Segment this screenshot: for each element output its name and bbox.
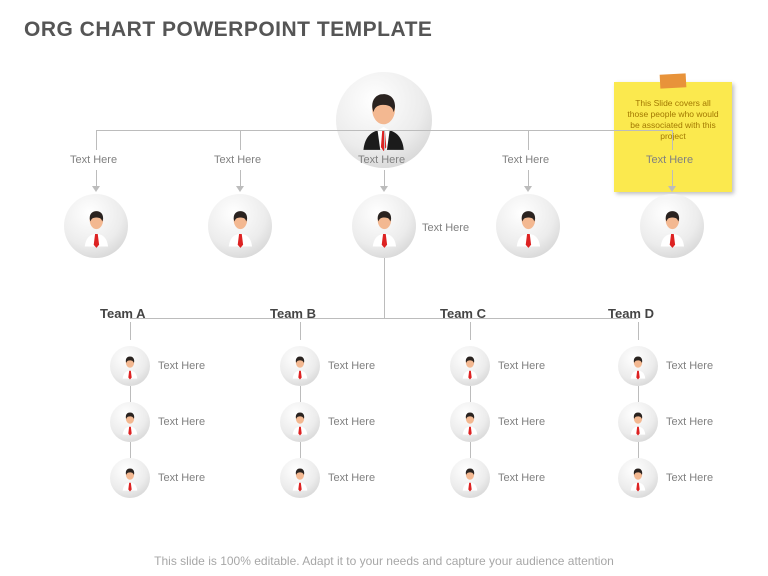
avatar-member — [280, 458, 320, 498]
avatar-l2 — [208, 194, 272, 258]
avatar-member — [618, 402, 658, 442]
connector — [638, 322, 639, 340]
connector — [528, 130, 529, 150]
connector — [672, 130, 673, 150]
connector — [638, 386, 639, 402]
connector — [130, 386, 131, 402]
l2-label: Text Here — [502, 154, 549, 166]
l2-label: Text Here — [70, 154, 117, 166]
member-label: Text Here — [666, 416, 713, 428]
member-label: Text Here — [666, 472, 713, 484]
connector — [470, 442, 471, 458]
connector — [384, 170, 385, 186]
avatar-member — [280, 346, 320, 386]
member-label: Text Here — [158, 360, 205, 372]
member-label: Text Here — [328, 360, 375, 372]
team-label: Team B — [270, 306, 316, 321]
avatar-member — [280, 402, 320, 442]
tape-icon — [660, 73, 687, 88]
connector — [300, 386, 301, 402]
connector — [384, 258, 385, 318]
connector — [470, 322, 471, 340]
arrow-icon — [236, 186, 244, 192]
connector — [528, 170, 529, 186]
connector — [300, 322, 301, 340]
footer-caption: This slide is 100% editable. Adapt it to… — [0, 554, 768, 568]
connector — [638, 442, 639, 458]
team-label: Team C — [440, 306, 486, 321]
l2-label: Text Here — [358, 154, 405, 166]
l2-label: Text Here — [214, 154, 261, 166]
member-label: Text Here — [328, 472, 375, 484]
team-label: Team A — [100, 306, 146, 321]
avatar-member — [110, 402, 150, 442]
avatar-l2 — [640, 194, 704, 258]
connector — [672, 170, 673, 186]
avatar-member — [618, 458, 658, 498]
member-label: Text Here — [158, 416, 205, 428]
connector — [96, 130, 97, 150]
avatar-l2 — [352, 194, 416, 258]
arrow-icon — [524, 186, 532, 192]
connector — [240, 130, 241, 150]
member-label: Text Here — [158, 472, 205, 484]
connector — [240, 170, 241, 186]
sticky-text: This Slide covers all those people who w… — [627, 98, 718, 141]
avatar-member — [450, 458, 490, 498]
avatar-member — [450, 402, 490, 442]
avatar-l2 — [496, 194, 560, 258]
member-label: Text Here — [498, 360, 545, 372]
l2-mid-side-label: Text Here — [422, 222, 469, 234]
avatar-l2 — [64, 194, 128, 258]
member-label: Text Here — [328, 416, 375, 428]
team-label: Team D — [608, 306, 654, 321]
sticky-note: This Slide covers all those people who w… — [614, 82, 732, 192]
connector — [384, 130, 385, 150]
avatar-member — [618, 346, 658, 386]
connector — [96, 170, 97, 186]
connector — [130, 442, 131, 458]
slide-title: ORG CHART POWERPOINT TEMPLATE — [24, 18, 432, 42]
l2-label: Text Here — [646, 154, 693, 166]
arrow-icon — [380, 186, 388, 192]
member-label: Text Here — [498, 472, 545, 484]
slide-canvas: ORG CHART POWERPOINT TEMPLATE This Slide… — [0, 0, 768, 576]
connector — [300, 442, 301, 458]
arrow-icon — [668, 186, 676, 192]
connector — [130, 318, 638, 319]
avatar-member — [110, 346, 150, 386]
connector — [470, 386, 471, 402]
avatar-member — [450, 346, 490, 386]
avatar-member — [110, 458, 150, 498]
arrow-icon — [92, 186, 100, 192]
member-label: Text Here — [498, 416, 545, 428]
connector — [130, 322, 131, 340]
member-label: Text Here — [666, 360, 713, 372]
